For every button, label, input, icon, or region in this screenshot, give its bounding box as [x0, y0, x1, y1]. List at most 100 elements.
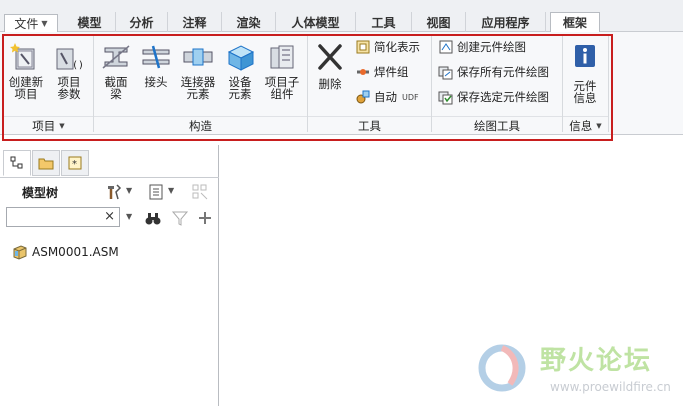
equipment-cube-icon	[227, 45, 255, 71]
project-subassembly-button[interactable]: 项目子 组件	[262, 36, 302, 114]
tab-manikin[interactable]: 人体模型	[276, 12, 356, 32]
assembly-icon	[13, 245, 27, 260]
create-drawing-icon	[439, 40, 453, 54]
group-label-tools: 工具	[308, 116, 431, 134]
section-beam-label: 截面 梁	[104, 75, 128, 101]
tree-icon	[10, 156, 23, 169]
watermark-logo-icon	[478, 344, 526, 392]
ribbon: 创建新 项目 () 项目 参数 截面 梁 接头 连接器 元素 设备 元素 项目子…	[0, 32, 683, 135]
svg-text:*: *	[72, 159, 77, 170]
tab-model[interactable]: 模型	[64, 12, 116, 32]
add-column-button[interactable]	[195, 208, 215, 228]
folder-icon	[38, 158, 54, 170]
project-params-button[interactable]: () 项目 参数	[49, 36, 89, 114]
tree-item-label: ASM0001.ASM	[32, 245, 119, 259]
simplified-rep-icon	[356, 40, 370, 54]
joint-label: 接头	[144, 75, 168, 89]
tab-tools[interactable]: 工具	[356, 12, 412, 32]
group-label-info[interactable]: 信息 ▼	[563, 116, 608, 134]
favorites-icon: *	[68, 156, 82, 170]
section-beam-button[interactable]: 截面 梁	[96, 36, 136, 114]
hammer-icon	[108, 184, 122, 200]
connector-element-button[interactable]: 连接器 元素	[178, 36, 218, 114]
connector-icon	[183, 48, 213, 66]
simplified-rep-label: 简化表示	[374, 40, 420, 54]
save-selected-drawings-label: 保存选定元件绘图	[457, 90, 549, 104]
group-label-construct: 构造	[94, 116, 307, 134]
save-all-drawings-label: 保存所有元件绘图	[457, 65, 549, 79]
tab-annotate[interactable]: 注释	[168, 12, 222, 32]
save-selected-drawings-button[interactable]: 保存选定元件绘图	[438, 87, 549, 107]
simplified-rep-button[interactable]: 简化表示	[355, 37, 420, 57]
tree-item-assembly[interactable]: ASM0001.ASM	[12, 243, 119, 261]
auto-label: 自动	[374, 90, 397, 104]
connector-element-label: 连接器 元素	[180, 75, 216, 101]
tab-framework[interactable]: 框架	[550, 12, 600, 33]
binoculars-icon	[145, 213, 161, 225]
group-project-text: 项目	[32, 118, 56, 133]
info-icon	[575, 45, 595, 67]
settings-tool-button[interactable]	[104, 182, 124, 202]
watermark: 野火论坛 www.proewildfire.cn	[470, 334, 680, 404]
show-options-button[interactable]	[146, 182, 166, 202]
chevron-down-icon[interactable]: ▼	[126, 186, 132, 195]
chevron-down-icon: ▼	[596, 121, 602, 130]
group-label-project[interactable]: 项目 ▼	[4, 116, 93, 134]
filter-grid-button[interactable]	[190, 182, 210, 202]
project-subassembly-label: 项目子 组件	[264, 75, 300, 101]
auto-udf-icon	[356, 90, 370, 104]
chevron-down-icon[interactable]: ▼	[126, 212, 132, 221]
tab-favorites[interactable]: *	[61, 150, 89, 176]
tab-render[interactable]: 渲染	[222, 12, 276, 32]
project-params-icon: ()	[56, 48, 84, 71]
delete-x-icon	[318, 44, 342, 70]
watermark-url: www.proewildfire.cn	[550, 380, 671, 394]
create-new-project-label: 创建新 项目	[8, 75, 44, 101]
project-params-label: 项目 参数	[57, 75, 81, 101]
watermark-title: 野火论坛	[540, 346, 653, 376]
chevron-down-icon: ▼	[41, 19, 48, 28]
create-new-project-button[interactable]: 创建新 项目	[6, 36, 46, 114]
joint-button[interactable]: 接头	[136, 36, 176, 114]
tab-analysis[interactable]: 分析	[116, 12, 168, 32]
save-all-drawings-icon	[438, 66, 453, 80]
chevron-down-icon[interactable]: ▼	[168, 186, 174, 195]
weld-group-button[interactable]: 焊件组	[355, 62, 409, 82]
equipment-element-label: 设备 元素	[228, 75, 252, 101]
tab-applications[interactable]: 应用程序	[466, 12, 546, 32]
group-info-text: 信息	[569, 118, 593, 133]
weld-group-icon	[357, 69, 369, 75]
create-element-drawing-label: 创建元件绘图	[457, 40, 526, 54]
filter-funnel-icon	[171, 211, 189, 226]
element-info-button[interactable]: 元件 信息	[565, 36, 605, 114]
svg-text:(): ()	[72, 60, 84, 71]
delete-label: 删除	[318, 77, 342, 91]
ribbon-tab-bar: 文件 ▼ 模型 分析 注释 渲染 人体模型 工具 视图 应用程序 框架	[0, 0, 683, 33]
weld-group-label: 焊件组	[374, 65, 409, 79]
tab-file[interactable]: 文件 ▼	[4, 14, 58, 32]
udf-label: UDF	[402, 92, 419, 102]
save-selected-drawings-icon	[438, 91, 453, 105]
chevron-down-icon: ▼	[59, 121, 65, 130]
beam-icon	[102, 45, 130, 69]
tab-model-tree[interactable]	[3, 150, 31, 176]
clear-icon[interactable]: ×	[104, 209, 115, 224]
model-tree-title: 模型树	[22, 186, 59, 200]
save-all-drawings-button[interactable]: 保存所有元件绘图	[438, 62, 549, 82]
find-button[interactable]	[143, 208, 163, 228]
auto-udf-button[interactable]: 自动 UDF	[355, 87, 419, 107]
group-separator	[608, 36, 609, 132]
tree-search-input[interactable]: ×	[6, 207, 120, 227]
create-project-icon	[10, 43, 35, 70]
list-icon	[149, 184, 163, 200]
panel-divider	[0, 177, 219, 178]
create-element-drawing-button[interactable]: 创建元件绘图	[438, 37, 526, 57]
filter-button[interactable]	[170, 208, 190, 228]
subassembly-icon	[270, 45, 294, 69]
equipment-element-button[interactable]: 设备 元素	[220, 36, 260, 114]
joint-icon	[142, 45, 170, 69]
delete-button[interactable]: 删除	[310, 36, 350, 114]
plus-icon	[199, 212, 211, 224]
tab-view[interactable]: 视图	[412, 12, 466, 32]
tab-folder-browser[interactable]	[32, 150, 60, 176]
